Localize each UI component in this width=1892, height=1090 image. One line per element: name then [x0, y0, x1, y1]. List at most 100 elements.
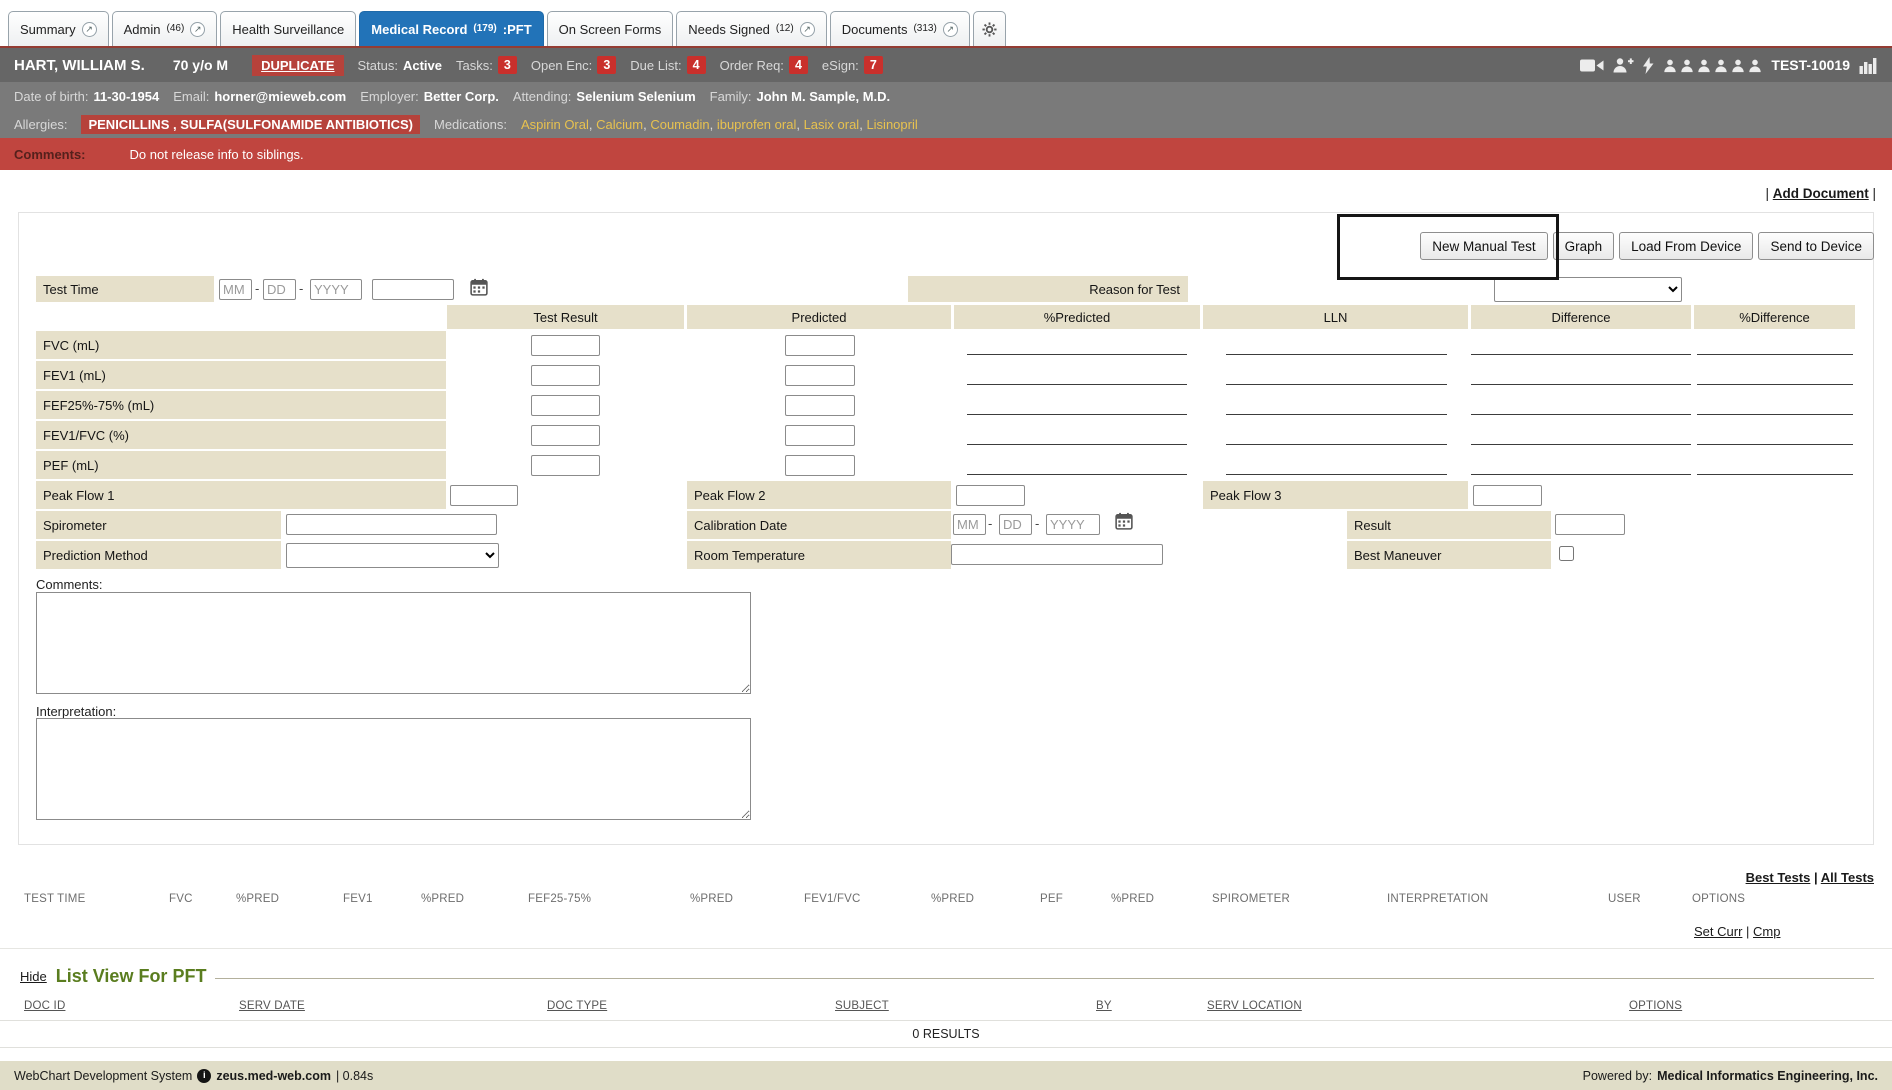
fvc-lln-line	[1226, 335, 1447, 355]
set-curr-link[interactable]: Set Curr	[1694, 924, 1742, 939]
tab-summary[interactable]: Summary ↗	[8, 11, 109, 46]
medications-label: Medications:	[434, 117, 507, 132]
fev1-test-result-input[interactable]	[531, 365, 600, 386]
pipe: |	[1814, 870, 1821, 885]
medication-link[interactable]: Lasix oral	[804, 117, 860, 132]
footer-company: Medical Informatics Engineering, Inc.	[1657, 1069, 1878, 1083]
fef-test-result-input[interactable]	[531, 395, 600, 416]
tasks-label: Tasks:	[456, 58, 493, 73]
order-req-badge[interactable]: 4	[789, 56, 808, 74]
calibration-day-input[interactable]	[999, 514, 1032, 535]
send-to-device-button[interactable]: Send to Device	[1758, 232, 1874, 260]
new-manual-test-button[interactable]: New Manual Test	[1420, 232, 1547, 260]
tab-count: (12)	[776, 23, 794, 34]
person-icon	[1663, 58, 1677, 73]
esign-badge[interactable]: 7	[864, 56, 883, 74]
list-header-serv-location[interactable]: SERV LOCATION	[1207, 1000, 1302, 1012]
allergies-medications-bar: Allergies: PENICILLINS , SULFA(SULFONAMI…	[0, 110, 1892, 138]
calibration-month-input[interactable]	[953, 514, 986, 535]
tab-documents[interactable]: Documents (313) ↗	[830, 11, 970, 46]
cmp-link[interactable]: Cmp	[1753, 924, 1780, 939]
fvc-predicted-input[interactable]	[785, 335, 855, 356]
chart-stats-icon[interactable]	[1859, 57, 1878, 74]
load-from-device-button[interactable]: Load From Device	[1619, 232, 1753, 260]
medication-link[interactable]: ibuprofen oral	[717, 117, 797, 132]
medication-link[interactable]: Calcium	[596, 117, 643, 132]
footer-host: zeus.med-web.com	[216, 1069, 331, 1083]
peak-flow-3-input[interactable]	[1473, 485, 1542, 506]
medication-link[interactable]: Lisinopril	[866, 117, 917, 132]
due-list-badge[interactable]: 4	[687, 56, 706, 74]
add-document-area: | Add Document |	[1765, 186, 1876, 201]
email-value: horner@mieweb.com	[214, 89, 346, 104]
pef-predicted-input[interactable]	[785, 455, 855, 476]
popout-icon[interactable]: ↗	[82, 22, 97, 37]
fef-predicted-input[interactable]	[785, 395, 855, 416]
best-maneuver-checkbox[interactable]	[1559, 546, 1574, 561]
care-team-icons[interactable]	[1663, 58, 1762, 73]
video-call-icon[interactable]	[1580, 58, 1604, 73]
prediction-method-select[interactable]	[286, 543, 499, 568]
results-header-interpretation: INTERPRETATION	[1387, 893, 1488, 905]
reason-for-test-select[interactable]	[1494, 277, 1682, 302]
footer-right: Powered by: Medical Informatics Engineer…	[1583, 1069, 1878, 1083]
fev1-fvc-test-result-input[interactable]	[531, 425, 600, 446]
results-header-fev1-fvc: FEV1/FVC	[804, 893, 861, 905]
medications-list: Aspirin Oral, Calcium, Coumadin, ibuprof…	[521, 117, 918, 132]
fev1-predicted-input[interactable]	[785, 365, 855, 386]
peak-flow-1-input[interactable]	[450, 485, 518, 506]
test-time-day-input[interactable]	[263, 279, 296, 300]
calibration-year-input[interactable]	[1046, 514, 1100, 535]
hide-link[interactable]: Hide	[20, 969, 47, 984]
tab-medical-record[interactable]: Medical Record (179) :PFT	[359, 11, 543, 46]
pft-toolbar: New Manual Test Graph Load From Device S…	[1420, 232, 1874, 260]
lightning-icon[interactable]	[1643, 57, 1654, 74]
form-comments-textarea[interactable]	[36, 592, 751, 694]
spirometer-input[interactable]	[286, 514, 497, 535]
list-header-subject[interactable]: SUBJECT	[835, 1000, 889, 1012]
pef-test-result-input[interactable]	[531, 455, 600, 476]
all-tests-link[interactable]: All Tests	[1821, 870, 1874, 885]
fev1-fvc-predicted-input[interactable]	[785, 425, 855, 446]
allergies-value[interactable]: PENICILLINS , SULFA(SULFONAMIDE ANTIBIOT…	[81, 115, 420, 134]
settings-tab[interactable]	[973, 11, 1006, 46]
room-temperature-input[interactable]	[951, 544, 1163, 565]
list-header-doc-type[interactable]: DOC TYPE	[547, 1000, 607, 1012]
medication-link[interactable]: Aspirin Oral	[521, 117, 589, 132]
list-header-doc-id[interactable]: DOC ID	[24, 1000, 65, 1012]
add-person-icon[interactable]	[1613, 57, 1634, 73]
result-input[interactable]	[1555, 514, 1625, 535]
tasks-badge[interactable]: 3	[498, 56, 517, 74]
tab-needs-signed[interactable]: Needs Signed (12) ↗	[676, 11, 826, 46]
test-time-year-input[interactable]	[310, 279, 362, 300]
empty-results-row: 0 RESULTS	[0, 1020, 1892, 1048]
peak-flow-2-input[interactable]	[956, 485, 1025, 506]
tab-on-screen-forms[interactable]: On Screen Forms	[547, 11, 674, 46]
list-header-options[interactable]: OPTIONS	[1629, 1000, 1682, 1012]
tab-admin[interactable]: Admin (46) ↗	[112, 11, 218, 46]
fvc-test-result-input[interactable]	[531, 335, 600, 356]
medication-link[interactable]: Coumadin	[650, 117, 709, 132]
add-document-link[interactable]: Add Document	[1773, 186, 1869, 201]
calendar-icon[interactable]	[1115, 512, 1133, 535]
interpretation-label: Interpretation:	[36, 704, 116, 719]
tab-health-surveillance[interactable]: Health Surveillance	[220, 11, 356, 46]
calibration-date-label: Calibration Date	[687, 511, 951, 539]
info-icon[interactable]: i	[197, 1069, 211, 1083]
duplicate-flag[interactable]: DUPLICATE	[252, 55, 343, 76]
popout-icon[interactable]: ↗	[190, 22, 205, 37]
best-tests-link[interactable]: Best Tests	[1746, 870, 1811, 885]
test-time-month-input[interactable]	[219, 279, 252, 300]
calendar-icon[interactable]	[470, 278, 488, 301]
test-time-time-input[interactable]	[372, 279, 454, 300]
list-header-serv-date[interactable]: SERV DATE	[239, 1000, 305, 1012]
date-separator: -	[988, 516, 992, 531]
fev1-fvc-pct-predicted-line	[967, 425, 1187, 445]
graph-button[interactable]: Graph	[1553, 232, 1615, 260]
list-header-by[interactable]: BY	[1096, 1000, 1112, 1012]
empty-results-text: 0 RESULTS	[912, 1027, 979, 1041]
interpretation-textarea[interactable]	[36, 718, 751, 820]
popout-icon[interactable]: ↗	[943, 22, 958, 37]
popout-icon[interactable]: ↗	[800, 22, 815, 37]
open-enc-badge[interactable]: 3	[597, 56, 616, 74]
